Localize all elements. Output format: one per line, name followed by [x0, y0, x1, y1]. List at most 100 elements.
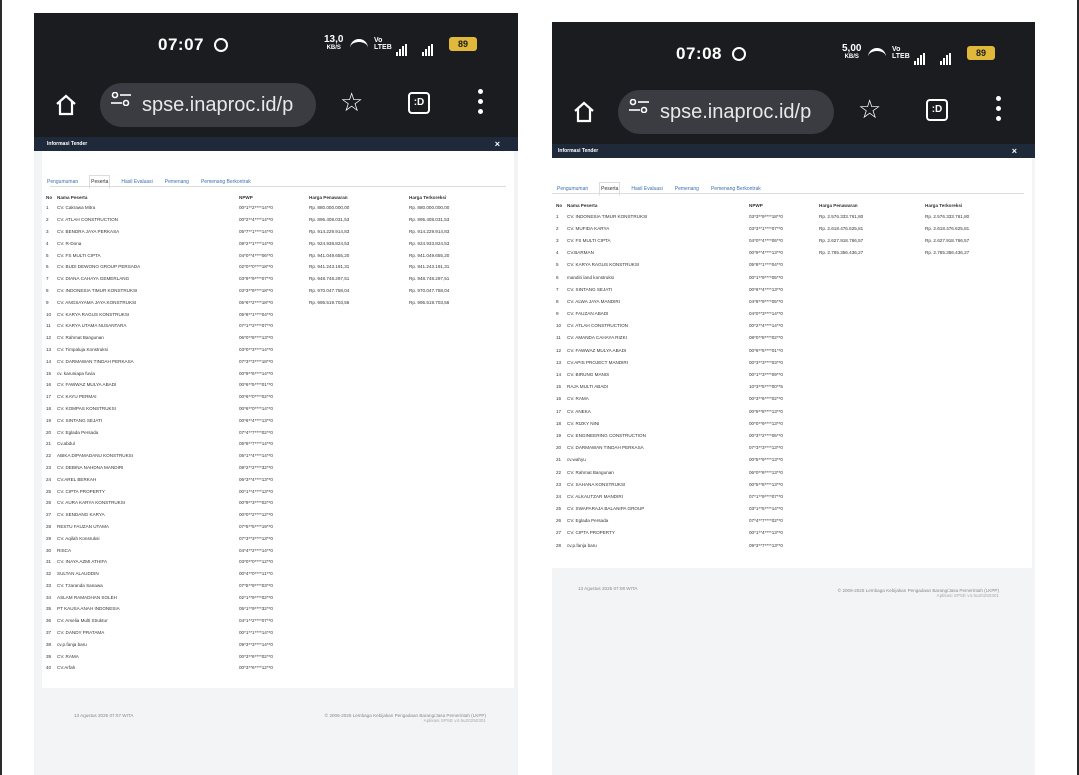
table-row: 14 CV. BIRUNG MANIS 00*1**3****09**0: [556, 368, 1025, 380]
cell-bid: [309, 391, 409, 403]
table-row: 15 cv. karuniapa fuvia 00*9**6****14**0: [46, 367, 509, 379]
cell-corrected: [925, 429, 1025, 441]
cell-npwp: 00*2**4****14**0: [239, 217, 273, 223]
cell-name: CV. ANGSAYAMA JAYA KONSTRUKSI: [57, 299, 137, 305]
whatsapp-icon: [214, 38, 228, 52]
cell-bid: [309, 544, 409, 556]
cell-bid: [309, 473, 409, 485]
cell-no: 12: [46, 335, 52, 341]
cell-npwp: 07*5**9****03**0: [239, 582, 273, 588]
overflow-menu-icon[interactable]: [478, 89, 484, 117]
cell-name: CV. BUDI DEWONO GROUP PERSADA: [57, 264, 141, 270]
cell-corrected: [925, 308, 1025, 320]
cell-name: CV. INAYA AZMI ATHIFA: [57, 559, 108, 565]
tab-switcher-button[interactable]: :D: [926, 99, 948, 121]
table-row: 34 ASLAM RAMADHAN SOLEH 02*1**9****02**0: [46, 591, 509, 603]
cell-corrected: [925, 356, 1025, 368]
signal-icon: [940, 47, 956, 65]
table-row: 5 CV. FS MULTI CIPTA 04*0**4****06**0 Rp. 9…: [46, 249, 509, 261]
cell-bid: [819, 320, 925, 332]
cell-corrected: [925, 320, 1025, 332]
cell-corrected: [925, 283, 1025, 295]
cell-npwp: 08*2**2****32**0: [239, 464, 273, 470]
table-row: 26 CV. AURA KARYA KONSTRUKSI 00*9**3****02…: [46, 497, 509, 509]
cell-corrected: [409, 603, 509, 615]
cell-bid: Rp. 941.049.655,20: [309, 252, 350, 258]
col-bid: Harga Penawaran: [819, 202, 858, 208]
cell-name: CV. Rahmat Bangunan: [567, 469, 614, 475]
col-bid: Harga Penawaran: [309, 194, 348, 200]
cell-bid: [309, 662, 409, 674]
cell-name: CV. SWAPARAJA BALANIPA GROUP: [567, 506, 645, 512]
cell-corrected: [925, 527, 1025, 539]
cell-bid: [819, 368, 925, 380]
cell-bid: [819, 442, 925, 454]
cell-bid: [309, 403, 409, 415]
bookmark-star-icon[interactable]: ☆: [858, 94, 881, 124]
cell-npwp: 00*9**6****14**0: [239, 370, 273, 376]
overflow-menu-icon[interactable]: [996, 96, 1002, 124]
participants-table: No Nama Peserta NPWP Harga Penawaran Har…: [46, 194, 509, 674]
cell-npwp: 00*2**4****14**0: [749, 323, 783, 329]
cell-bid: [309, 438, 409, 450]
table-row: 16 CV. RAMA 00*3**6****02**0: [556, 393, 1025, 405]
cell-corrected: [409, 473, 509, 485]
browser-toolbar: spse.inaproc.id/p ☆ :D: [552, 84, 1035, 144]
cell-bid: [309, 615, 409, 627]
cell-bid: [819, 259, 925, 271]
table-row: 4 CV. R-Dona 08*2**1****14**0 Rp. 924.938.8…: [46, 237, 509, 249]
battery-icon: 89: [967, 46, 995, 60]
cell-name: CV. R-Dona: [57, 240, 82, 246]
cell-name: CV. KARYA RAGUS KONSTRUKSI: [57, 311, 130, 317]
cell-no: 19: [46, 417, 52, 423]
cell-bid: [309, 379, 409, 391]
cell-corrected: Rp. 941.049.655,20: [409, 252, 450, 258]
cell-npwp: 07*3**3****13**0: [749, 445, 783, 451]
cell-corrected: Rp. 995.519.703,56: [409, 299, 450, 305]
col-npwp: NPWP: [749, 202, 763, 208]
cell-corrected: [409, 403, 509, 415]
cell-corrected: [409, 308, 509, 320]
cell-npwp: 00*9**4****13**0: [749, 250, 783, 256]
tab-switcher-button[interactable]: :D: [408, 92, 430, 114]
cell-bid: [819, 490, 925, 502]
bookmark-star-icon[interactable]: ☆: [340, 87, 363, 117]
cell-no: 14: [46, 358, 52, 364]
cell-no: 38: [46, 641, 52, 647]
table-row: 3 CV. BENDRA JAYA PERKASA 05*7**1****14**0…: [46, 226, 509, 238]
cell-npwp: 06*3**4****13**0: [239, 476, 273, 482]
status-bar: 07:08 5,00 KB/S Vo LTEB 89: [552, 22, 1035, 84]
cell-name: CV. FAWWAZ MULYA ABADI: [57, 382, 117, 388]
cell-bid: [819, 344, 925, 356]
cell-no: 2: [46, 217, 49, 223]
site-settings-icon[interactable]: [111, 92, 131, 106]
cell-no: 4: [46, 240, 49, 246]
col-no: No: [46, 194, 53, 200]
table-row: 4 CV.BARMAN 00*9**4****13**0 Rp. 2.765.356.…: [556, 247, 1025, 259]
cell-npwp: 08*0**8****02**0: [749, 335, 783, 341]
home-icon[interactable]: [572, 100, 596, 124]
table-row: 7 CV. DIANA CAHAYA GEMERLANG 03*9**9****07…: [46, 273, 509, 285]
cell-npwp: 05*8**1****04**0: [239, 311, 273, 317]
cell-corrected: Rp. 2.765.356.436,27: [925, 250, 970, 256]
col-npwp: NPWP: [239, 194, 253, 200]
cell-name: Cv.abdul: [57, 441, 75, 447]
close-icon[interactable]: ×: [495, 137, 500, 151]
table-row: 36 CV. Amelia Multi Struktur 04*1**2****07…: [46, 615, 509, 627]
address-bar[interactable]: spse.inaproc.id/p: [618, 90, 834, 134]
table-row: 24 CV.AREL BERKAH 06*3**4****13**0: [46, 473, 509, 485]
status-time: 07:08: [676, 44, 722, 63]
cell-name: CV. ENGINEERING CONSTRUCTION: [567, 432, 646, 438]
cell-corrected: [409, 556, 509, 568]
cell-no: 13: [46, 346, 52, 352]
site-settings-icon[interactable]: [629, 99, 649, 113]
address-bar[interactable]: spse.inaproc.id/p: [100, 83, 316, 127]
cell-no: 30: [46, 547, 52, 553]
cell-bid: [309, 450, 409, 462]
cell-bid: [819, 405, 925, 417]
cell-no: 2: [556, 225, 559, 231]
cell-name: CV. Timpaluja Konstruksi: [57, 346, 108, 352]
close-icon[interactable]: ×: [1012, 144, 1017, 158]
cell-corrected: [925, 381, 1025, 393]
home-icon[interactable]: [54, 93, 78, 117]
